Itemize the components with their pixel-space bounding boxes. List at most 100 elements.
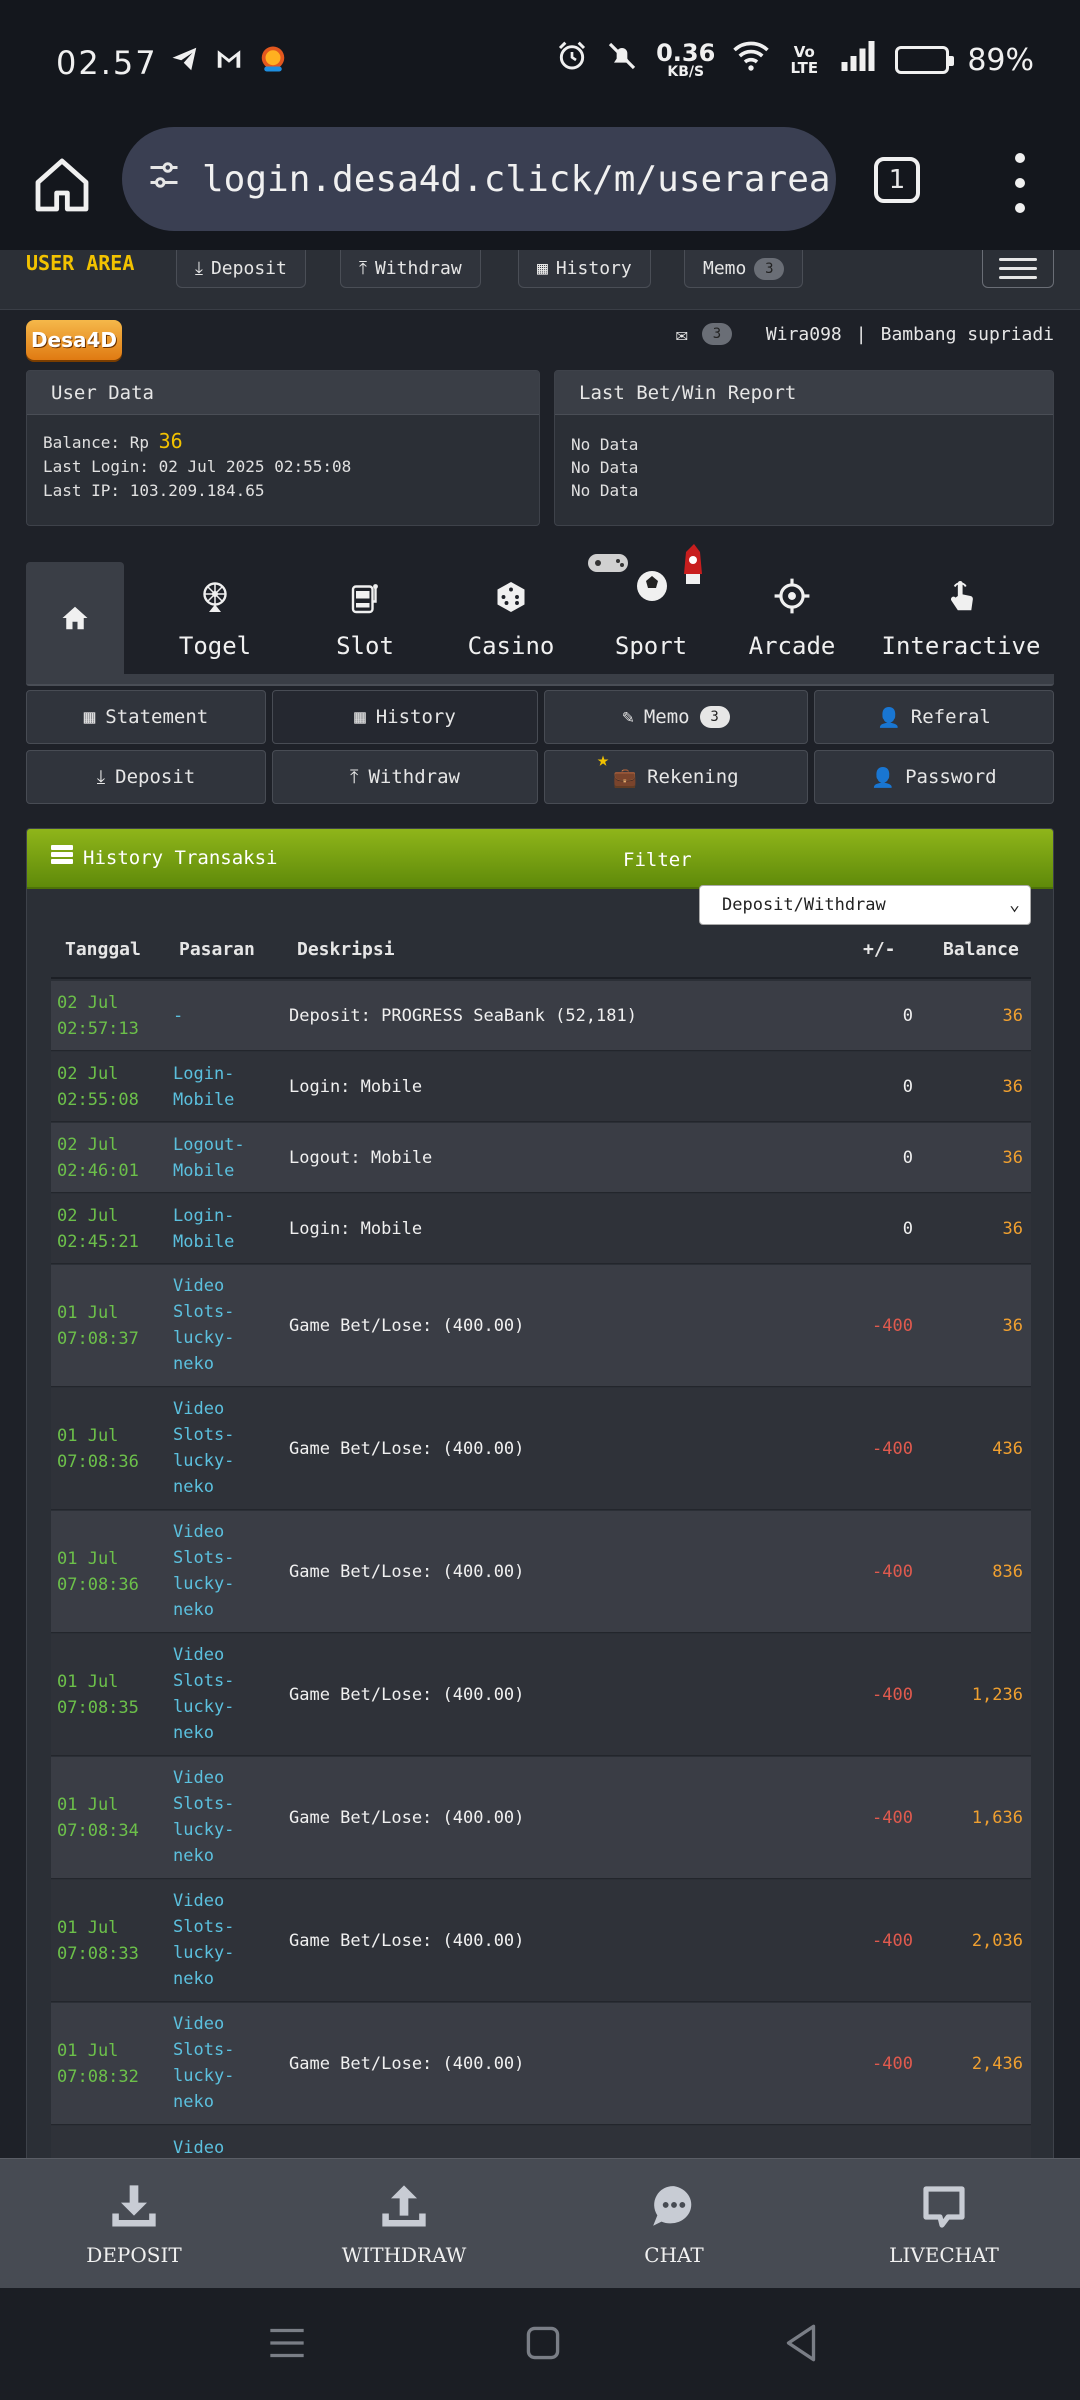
row-description: Game Bet/Lose: (400.00) [289,1685,525,1705]
row-description: Game Bet/Lose: (400.00) [289,2054,525,2074]
browser-toolbar: login.desa4d.click/m/userarea 1 [0,125,1080,250]
tab-slot[interactable]: Slot [310,562,420,674]
network-speed: 0.36 KB/S [656,41,715,79]
withdraw-button[interactable]: ⤒ Withdraw [272,750,538,804]
history-title-text: History Transaksi [83,846,278,869]
top-memo-button[interactable]: Memo 3 [684,250,804,288]
home-button[interactable] [30,153,94,217]
last-login: Last Login: 02 Jul 2025 02:55:08 [43,457,352,476]
tab-interactive-label: Interactive [881,632,1041,660]
row-date: 01 Jul [57,1918,119,1938]
last-bet-title: Last Bet/Win Report [555,371,1053,415]
row-change: 0 [902,1077,913,1097]
home-nav-button[interactable] [518,2318,568,2368]
top-history-label: History [555,258,632,279]
upload-icon [378,2181,430,2233]
table-row: 02 Jul 02:46:01 Logout- Mobile Logout: Mobil… [51,1123,1031,1193]
star-icon: ★ [597,747,610,771]
row-change: 0 [902,1219,913,1239]
address-bar[interactable]: login.desa4d.click/m/userarea [122,127,836,231]
back-icon [786,2324,816,2362]
tab-home[interactable] [26,562,124,674]
memo-button[interactable]: ✎ Memo 3 [544,690,808,744]
back-button[interactable] [776,2318,826,2368]
withdraw-label: Withdraw [368,766,460,788]
row-pasaran: Slots- [173,1425,235,1445]
tab-sport-label: Sport [614,632,688,660]
site-settings-icon[interactable] [146,157,182,202]
bottom-chat-button[interactable]: CHAT [584,2159,764,2289]
table-row: Video [51,2126,1031,2158]
history-panel: History Transaksi Filter Deposit/Withdra… [26,828,1054,2158]
row-time: 02:45:21 [57,1232,139,1252]
tab-arcade[interactable]: Arcade [726,562,858,674]
col-tanggal: Tanggal [65,939,141,960]
row-date: 01 Jul [57,2041,119,2061]
user-data-title: User Data [27,371,539,415]
tab-interactive[interactable]: Interactive [868,562,1054,674]
row-date: 02 Jul [57,1064,119,1084]
row-time: 07:08:35 [57,1698,139,1718]
livechat-icon [918,2181,970,2233]
row-change: -400 [872,1562,913,1582]
bottom-withdraw-button[interactable]: WITHDRAW [314,2159,494,2289]
row-pasaran: Video [173,1522,225,1542]
row-time: 07:08:32 [57,2067,139,2087]
tab-switcher-button[interactable]: 1 [874,157,920,203]
deposit-label: Deposit [115,766,196,788]
history-button[interactable]: ▦ History [272,690,538,744]
mail-icon[interactable]: ✉ [676,322,688,346]
row-description: Deposit: PROGRESS SeaBank (52,181) [289,1006,637,1026]
row-time: 07:08:37 [57,1329,139,1349]
top-deposit-button[interactable]: ⤓ Deposit [176,250,306,288]
top-history-button[interactable]: ▦ History [518,250,651,288]
table-row: 01 Jul 07:08:35 Video Slots-lucky-neko Game … [51,1634,1031,1756]
row-balance: 36 [1002,1148,1023,1168]
row-pasaran: Video [173,1645,225,1665]
top-withdraw-label: Withdraw [374,258,462,279]
signal-icon [839,41,877,79]
deposit-icon: ⤓ [96,766,106,788]
bottom-action-bar: DEPOSIT WITHDRAW CHAT LIVECHAT [0,2158,1080,2288]
notification-icons [170,44,288,82]
referal-button[interactable]: 👤 Referal [814,690,1054,744]
browser-menu-button[interactable] [1010,153,1030,213]
row-pasaran: Video [173,1276,225,1296]
status-bar: 02.57 0.36 KB/S Vo LTE 89% [0,0,1080,125]
table-row: 02 Jul 02:57:13 - Deposit: PROGRESS SeaBank… [51,981,1031,1051]
calendar-icon: ▦ [83,706,96,728]
gmail-icon [214,44,244,82]
bottom-livechat-button[interactable]: LIVECHAT [854,2159,1034,2289]
row-time: 07:08:36 [57,1452,139,1472]
row-change: -400 [872,1808,913,1828]
password-button[interactable]: 👤 Password [814,750,1054,804]
desa4d-logo[interactable]: Desa4D [26,320,122,360]
tab-togel[interactable]: Togel [160,562,270,674]
filter-select[interactable]: Deposit/Withdraw ⌄ [699,885,1031,925]
hamburger-menu-button[interactable] [982,250,1054,288]
url-text[interactable]: login.desa4d.click/m/userarea [202,159,831,200]
bottom-deposit-button[interactable]: DEPOSIT [44,2159,224,2289]
briefcase-icon: 💼 [613,766,638,789]
row-date: 01 Jul [57,1795,119,1815]
clock: 02.57 [56,44,158,82]
last-bet-line: No Data [571,435,639,454]
top-withdraw-button[interactable]: ⤒ Withdraw [340,250,481,288]
row-pasaran: neko [173,1354,214,1374]
row-balance: 36 [1002,1077,1023,1097]
rekening-button[interactable]: ★ 💼 Rekening [544,747,808,804]
calendar-icon: ▦ [537,258,548,279]
table-row: 01 Jul 07:08:36 Video Slots-lucky-neko Game … [51,1511,1031,1633]
recents-button[interactable] [262,2318,312,2368]
row-date: 01 Jul [57,1303,119,1323]
bottom-deposit-label: DEPOSIT [86,2243,182,2267]
touch-icon [942,577,980,624]
tab-casino[interactable]: Casino [444,562,578,674]
download-icon [108,2181,160,2233]
row-date: 01 Jul [57,1426,119,1446]
tab-sport[interactable]: Sport [576,544,726,674]
row-pasaran: Slots- [173,1917,235,1937]
table-row: 01 Jul 07:08:36 Video Slots-lucky-neko Game … [51,1388,1031,1510]
statement-button[interactable]: ▦ Statement [26,690,266,744]
deposit-button[interactable]: ⤓ Deposit [26,750,266,804]
